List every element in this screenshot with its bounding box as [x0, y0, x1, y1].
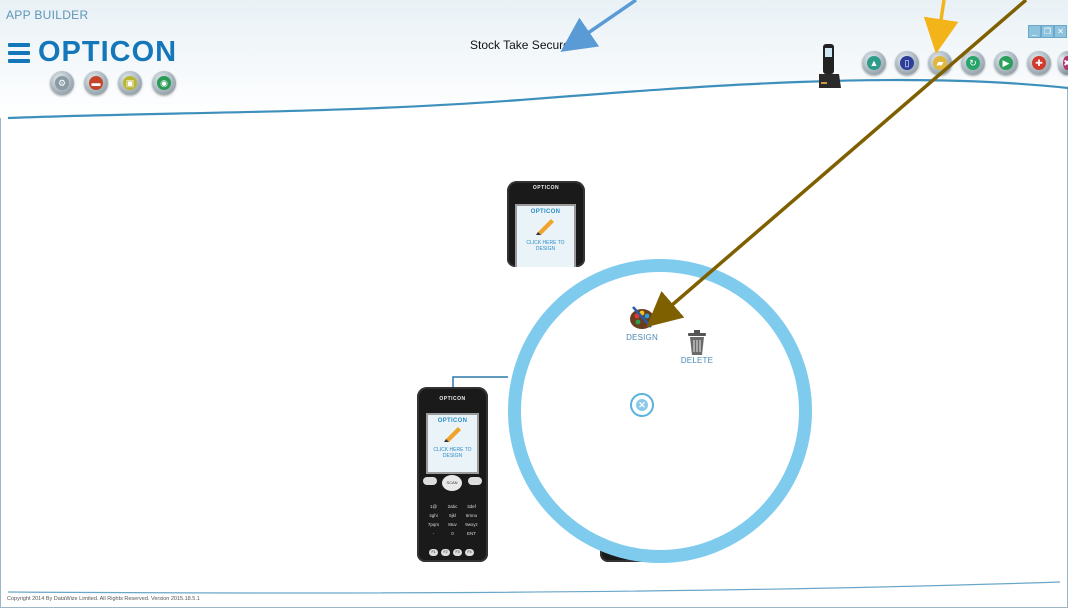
annotation-arrow-brown — [646, 0, 1028, 328]
footer-wave — [7, 581, 1061, 594]
annotation-layer — [560, 0, 1028, 328]
annotation-arrow-blue — [560, 0, 637, 52]
footer-copyright: Copyright 2014 By DataWize Limited. All … — [7, 596, 200, 602]
annotation-arrow-gold — [923, 0, 959, 54]
